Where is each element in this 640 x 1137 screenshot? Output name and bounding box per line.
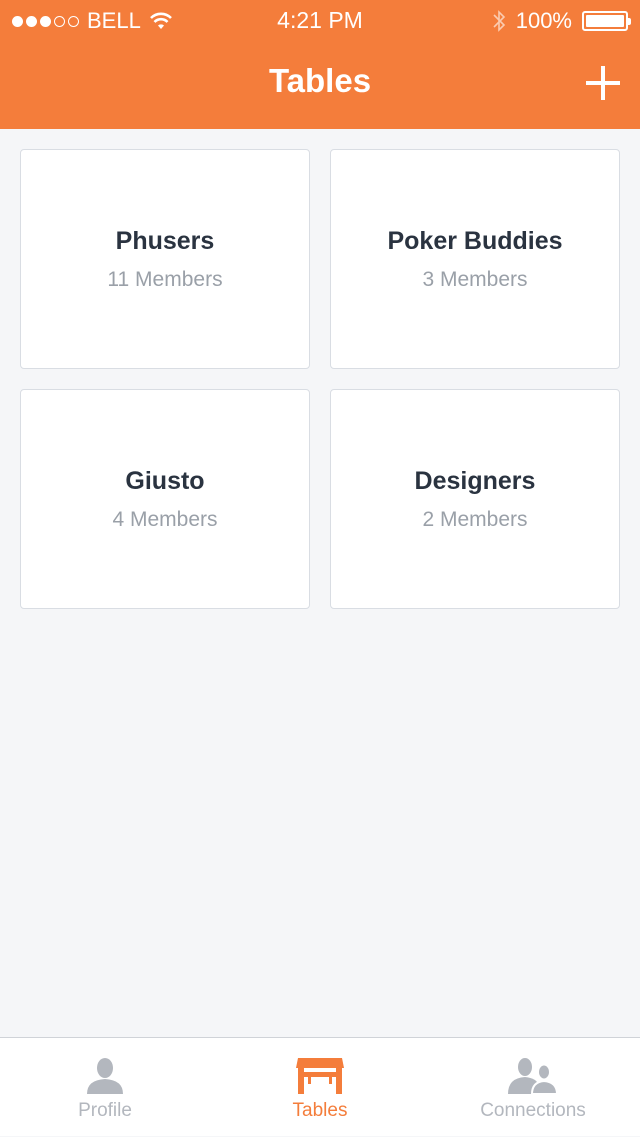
page-title: Tables [268, 62, 372, 99]
table-member-count: 11 Members [107, 267, 223, 291]
bluetooth-icon [493, 10, 505, 32]
battery-icon [582, 11, 631, 31]
battery-level [586, 15, 624, 27]
table-name: Designers [414, 466, 536, 495]
table-name: Phusers [115, 226, 215, 255]
tables-grid: Phusers 11 Members Poker Buddies 3 Membe… [20, 149, 620, 609]
tab-bar: Profile Tables Connections [0, 1037, 640, 1136]
tab-label: Tables [292, 1100, 348, 1121]
nav-header: BELL 4:21 PM 100% Tables [0, 0, 640, 129]
battery-percent: 100% [515, 8, 572, 33]
tab-label: Profile [78, 1100, 132, 1121]
status-right: 100% [492, 8, 631, 34]
table-member-count: 3 Members [422, 267, 528, 291]
tab-label: Connections [480, 1100, 586, 1121]
table-card[interactable]: Poker Buddies 3 Members [330, 149, 620, 369]
add-table-button[interactable] [584, 64, 622, 102]
tab-profile[interactable]: Profile [5, 1038, 205, 1137]
table-card[interactable]: Phusers 11 Members [20, 149, 310, 369]
people-icon [503, 1056, 563, 1096]
table-name: Giusto [125, 466, 205, 495]
tab-connections[interactable]: Connections [433, 1038, 633, 1137]
status-bar: BELL 4:21 PM 100% [0, 0, 640, 40]
table-member-count: 2 Members [422, 507, 528, 531]
tab-tables[interactable]: Tables [220, 1038, 420, 1137]
table-card[interactable]: Giusto 4 Members [20, 389, 310, 609]
table-icon [290, 1056, 350, 1096]
table-card[interactable]: Designers 2 Members [330, 389, 620, 609]
table-name: Poker Buddies [387, 226, 563, 255]
plus-icon [586, 66, 620, 100]
person-icon [75, 1056, 135, 1096]
table-member-count: 4 Members [112, 507, 218, 531]
